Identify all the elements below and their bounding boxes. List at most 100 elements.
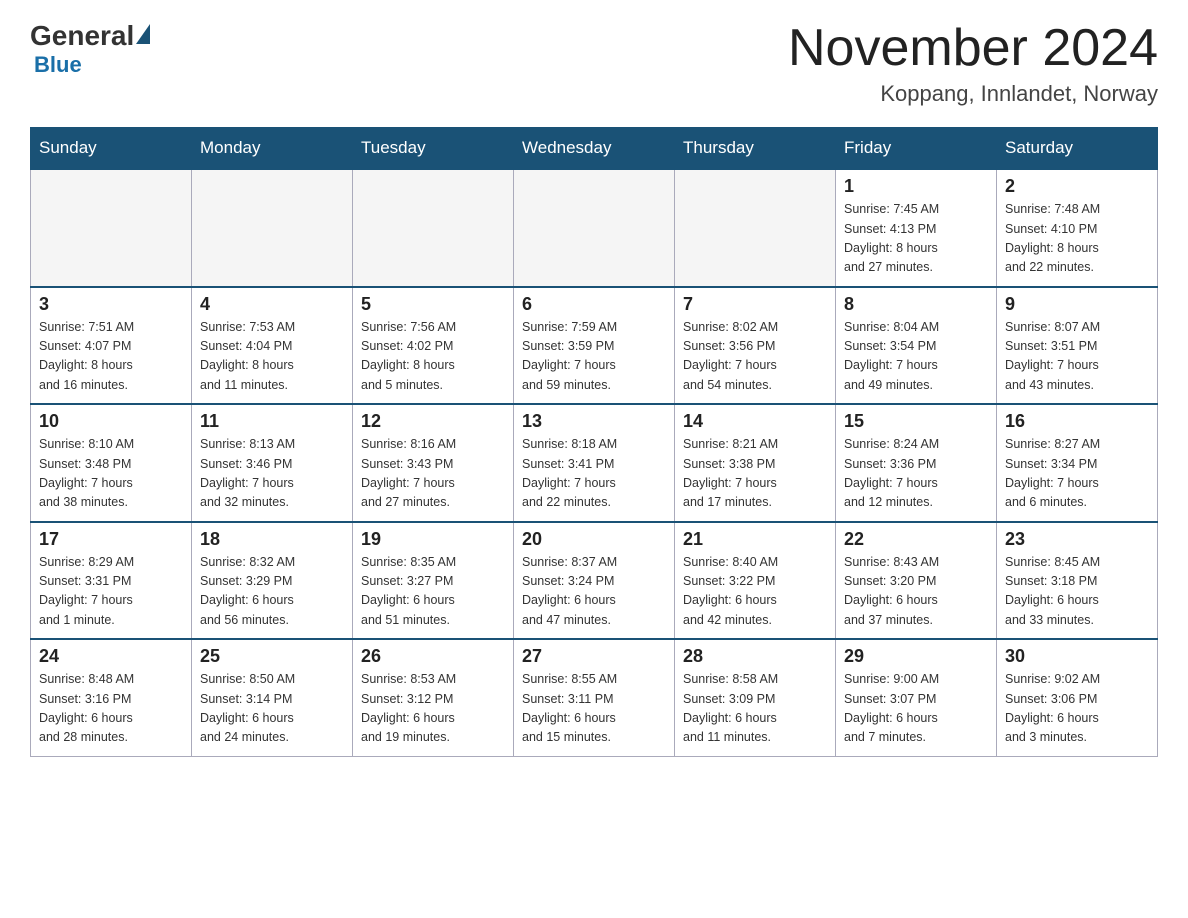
calendar-table: SundayMondayTuesdayWednesdayThursdayFrid… xyxy=(30,127,1158,757)
day-info: Sunrise: 7:48 AM Sunset: 4:10 PM Dayligh… xyxy=(1005,200,1149,278)
day-info: Sunrise: 7:59 AM Sunset: 3:59 PM Dayligh… xyxy=(522,318,666,396)
day-of-week-header: Sunday xyxy=(31,128,192,170)
day-info: Sunrise: 8:13 AM Sunset: 3:46 PM Dayligh… xyxy=(200,435,344,513)
day-info: Sunrise: 8:32 AM Sunset: 3:29 PM Dayligh… xyxy=(200,553,344,631)
calendar-day-cell: 7 Sunrise: 8:02 AM Sunset: 3:56 PM Daylig… xyxy=(675,287,836,405)
day-number: 5 xyxy=(361,294,505,315)
day-number: 20 xyxy=(522,529,666,550)
day-info: Sunrise: 8:58 AM Sunset: 3:09 PM Dayligh… xyxy=(683,670,827,748)
calendar-day-cell: 12 Sunrise: 8:16 AM Sunset: 3:43 PM Dayli… xyxy=(353,404,514,522)
day-number: 7 xyxy=(683,294,827,315)
calendar-week-row: 17 Sunrise: 8:29 AM Sunset: 3:31 PM Dayli… xyxy=(31,522,1158,640)
calendar-title: November 2024 xyxy=(788,20,1158,77)
day-info: Sunrise: 9:00 AM Sunset: 3:07 PM Dayligh… xyxy=(844,670,988,748)
logo-general-text: General xyxy=(30,20,134,52)
day-number: 1 xyxy=(844,176,988,197)
calendar-day-cell: 19 Sunrise: 8:35 AM Sunset: 3:27 PM Dayli… xyxy=(353,522,514,640)
day-of-week-header: Wednesday xyxy=(514,128,675,170)
day-number: 22 xyxy=(844,529,988,550)
day-info: Sunrise: 8:48 AM Sunset: 3:16 PM Dayligh… xyxy=(39,670,183,748)
day-info: Sunrise: 8:43 AM Sunset: 3:20 PM Dayligh… xyxy=(844,553,988,631)
day-number: 26 xyxy=(361,646,505,667)
calendar-day-cell: 1 Sunrise: 7:45 AM Sunset: 4:13 PM Daylig… xyxy=(836,169,997,287)
calendar-day-cell: 22 Sunrise: 8:43 AM Sunset: 3:20 PM Dayli… xyxy=(836,522,997,640)
day-number: 23 xyxy=(1005,529,1149,550)
day-info: Sunrise: 8:02 AM Sunset: 3:56 PM Dayligh… xyxy=(683,318,827,396)
day-number: 21 xyxy=(683,529,827,550)
day-number: 30 xyxy=(1005,646,1149,667)
logo: General Blue xyxy=(30,20,150,78)
day-info: Sunrise: 8:07 AM Sunset: 3:51 PM Dayligh… xyxy=(1005,318,1149,396)
calendar-day-cell: 23 Sunrise: 8:45 AM Sunset: 3:18 PM Dayli… xyxy=(997,522,1158,640)
day-info: Sunrise: 8:29 AM Sunset: 3:31 PM Dayligh… xyxy=(39,553,183,631)
day-number: 19 xyxy=(361,529,505,550)
calendar-day-cell: 28 Sunrise: 8:58 AM Sunset: 3:09 PM Dayli… xyxy=(675,639,836,756)
day-number: 18 xyxy=(200,529,344,550)
header-row: SundayMondayTuesdayWednesdayThursdayFrid… xyxy=(31,128,1158,170)
calendar-day-cell: 30Sunrise: 9:02 AM Sunset: 3:06 PM Dayli… xyxy=(997,639,1158,756)
calendar-body: 1 Sunrise: 7:45 AM Sunset: 4:13 PM Daylig… xyxy=(31,169,1158,756)
day-info: Sunrise: 8:45 AM Sunset: 3:18 PM Dayligh… xyxy=(1005,553,1149,631)
logo-top: General xyxy=(30,20,150,52)
day-info: Sunrise: 8:24 AM Sunset: 3:36 PM Dayligh… xyxy=(844,435,988,513)
logo-blue-text: Blue xyxy=(34,52,82,78)
calendar-day-cell: 26 Sunrise: 8:53 AM Sunset: 3:12 PM Dayli… xyxy=(353,639,514,756)
calendar-day-cell: 9Sunrise: 8:07 AM Sunset: 3:51 PM Daylig… xyxy=(997,287,1158,405)
day-number: 29 xyxy=(844,646,988,667)
day-info: Sunrise: 8:18 AM Sunset: 3:41 PM Dayligh… xyxy=(522,435,666,513)
day-number: 12 xyxy=(361,411,505,432)
day-info: Sunrise: 8:53 AM Sunset: 3:12 PM Dayligh… xyxy=(361,670,505,748)
day-of-week-header: Saturday xyxy=(997,128,1158,170)
day-number: 16 xyxy=(1005,411,1149,432)
day-info: Sunrise: 8:21 AM Sunset: 3:38 PM Dayligh… xyxy=(683,435,827,513)
calendar-week-row: 1 Sunrise: 7:45 AM Sunset: 4:13 PM Daylig… xyxy=(31,169,1158,287)
day-number: 27 xyxy=(522,646,666,667)
calendar-day-cell: 15 Sunrise: 8:24 AM Sunset: 3:36 PM Dayli… xyxy=(836,404,997,522)
day-info: Sunrise: 7:51 AM Sunset: 4:07 PM Dayligh… xyxy=(39,318,183,396)
day-info: Sunrise: 8:10 AM Sunset: 3:48 PM Dayligh… xyxy=(39,435,183,513)
day-number: 11 xyxy=(200,411,344,432)
day-number: 14 xyxy=(683,411,827,432)
calendar-day-cell xyxy=(192,169,353,287)
day-info: Sunrise: 7:45 AM Sunset: 4:13 PM Dayligh… xyxy=(844,200,988,278)
day-info: Sunrise: 8:37 AM Sunset: 3:24 PM Dayligh… xyxy=(522,553,666,631)
calendar-day-cell: 11 Sunrise: 8:13 AM Sunset: 3:46 PM Dayli… xyxy=(192,404,353,522)
day-number: 28 xyxy=(683,646,827,667)
calendar-day-cell: 6 Sunrise: 7:59 AM Sunset: 3:59 PM Daylig… xyxy=(514,287,675,405)
calendar-day-cell: 21 Sunrise: 8:40 AM Sunset: 3:22 PM Dayli… xyxy=(675,522,836,640)
calendar-day-cell: 25Sunrise: 8:50 AM Sunset: 3:14 PM Dayli… xyxy=(192,639,353,756)
day-info: Sunrise: 8:35 AM Sunset: 3:27 PM Dayligh… xyxy=(361,553,505,631)
day-number: 15 xyxy=(844,411,988,432)
calendar-day-cell: 10 Sunrise: 8:10 AM Sunset: 3:48 PM Dayli… xyxy=(31,404,192,522)
calendar-day-cell xyxy=(514,169,675,287)
calendar-day-cell xyxy=(353,169,514,287)
day-number: 24 xyxy=(39,646,183,667)
calendar-day-cell: 2 Sunrise: 7:48 AM Sunset: 4:10 PM Daylig… xyxy=(997,169,1158,287)
day-info: Sunrise: 8:04 AM Sunset: 3:54 PM Dayligh… xyxy=(844,318,988,396)
day-number: 2 xyxy=(1005,176,1149,197)
day-number: 4 xyxy=(200,294,344,315)
calendar-subtitle: Koppang, Innlandet, Norway xyxy=(788,81,1158,107)
calendar-week-row: 24 Sunrise: 8:48 AM Sunset: 3:16 PM Dayli… xyxy=(31,639,1158,756)
calendar-header: SundayMondayTuesdayWednesdayThursdayFrid… xyxy=(31,128,1158,170)
day-info: Sunrise: 8:55 AM Sunset: 3:11 PM Dayligh… xyxy=(522,670,666,748)
calendar-day-cell: 18 Sunrise: 8:32 AM Sunset: 3:29 PM Dayli… xyxy=(192,522,353,640)
day-info: Sunrise: 8:27 AM Sunset: 3:34 PM Dayligh… xyxy=(1005,435,1149,513)
calendar-day-cell: 8Sunrise: 8:04 AM Sunset: 3:54 PM Daylig… xyxy=(836,287,997,405)
calendar-day-cell: 20 Sunrise: 8:37 AM Sunset: 3:24 PM Dayli… xyxy=(514,522,675,640)
page-header: General Blue November 2024 Koppang, Innl… xyxy=(30,20,1158,107)
day-number: 10 xyxy=(39,411,183,432)
calendar-day-cell: 16 Sunrise: 8:27 AM Sunset: 3:34 PM Dayli… xyxy=(997,404,1158,522)
day-info: Sunrise: 8:16 AM Sunset: 3:43 PM Dayligh… xyxy=(361,435,505,513)
day-number: 6 xyxy=(522,294,666,315)
day-info: Sunrise: 8:40 AM Sunset: 3:22 PM Dayligh… xyxy=(683,553,827,631)
day-number: 25 xyxy=(200,646,344,667)
calendar-day-cell xyxy=(675,169,836,287)
calendar-day-cell: 27 Sunrise: 8:55 AM Sunset: 3:11 PM Dayli… xyxy=(514,639,675,756)
calendar-day-cell: 29 Sunrise: 9:00 AM Sunset: 3:07 PM Dayli… xyxy=(836,639,997,756)
day-number: 17 xyxy=(39,529,183,550)
calendar-day-cell: 4Sunrise: 7:53 AM Sunset: 4:04 PM Daylig… xyxy=(192,287,353,405)
day-info: Sunrise: 7:56 AM Sunset: 4:02 PM Dayligh… xyxy=(361,318,505,396)
calendar-day-cell: 5 Sunrise: 7:56 AM Sunset: 4:02 PM Daylig… xyxy=(353,287,514,405)
day-number: 3 xyxy=(39,294,183,315)
